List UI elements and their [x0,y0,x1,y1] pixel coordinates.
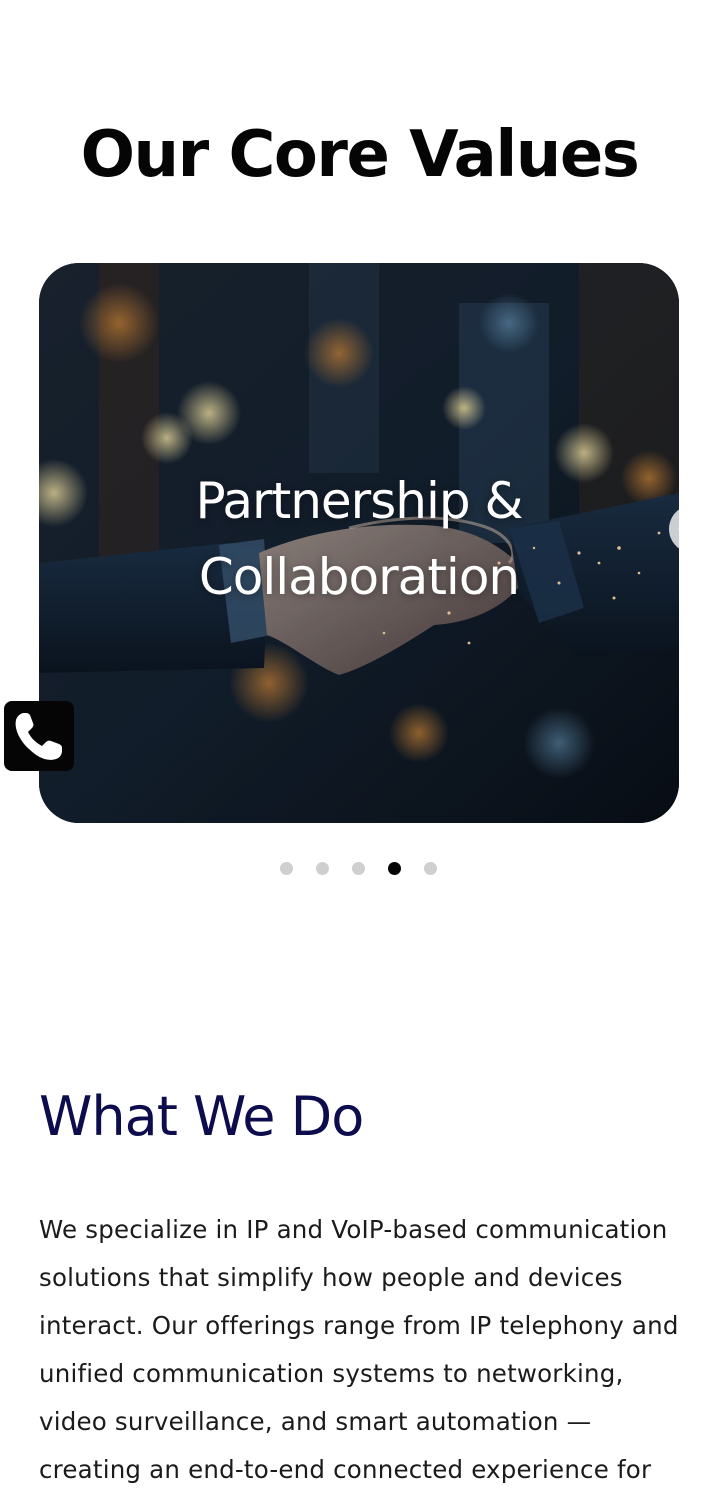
slide-caption: Partnership & Collaboration [195,472,524,606]
phone-icon [15,713,62,760]
carousel-dot-4[interactable] [388,862,401,875]
carousel-dot-5[interactable] [424,862,437,875]
what-we-do-title: What We Do [39,1085,364,1148]
core-values-carousel[interactable]: Partnership & Collaboration [39,263,679,823]
what-we-do-body: We specialize in IP and VoIP-based commu… [39,1215,679,1484]
arrow-right-icon [678,516,704,542]
carousel-dot-3[interactable] [352,862,365,875]
carousel-next-button[interactable] [669,505,717,553]
core-values-title: Our Core Values [80,118,640,192]
carousel-dot-2[interactable] [316,862,329,875]
arrow-left-icon [0,516,25,542]
carousel-dot-1[interactable] [280,862,293,875]
page: Our Core Values Partnership & Collaborat… [0,0,719,1492]
call-button[interactable] [4,701,74,771]
carousel-prev-button[interactable] [0,505,34,553]
